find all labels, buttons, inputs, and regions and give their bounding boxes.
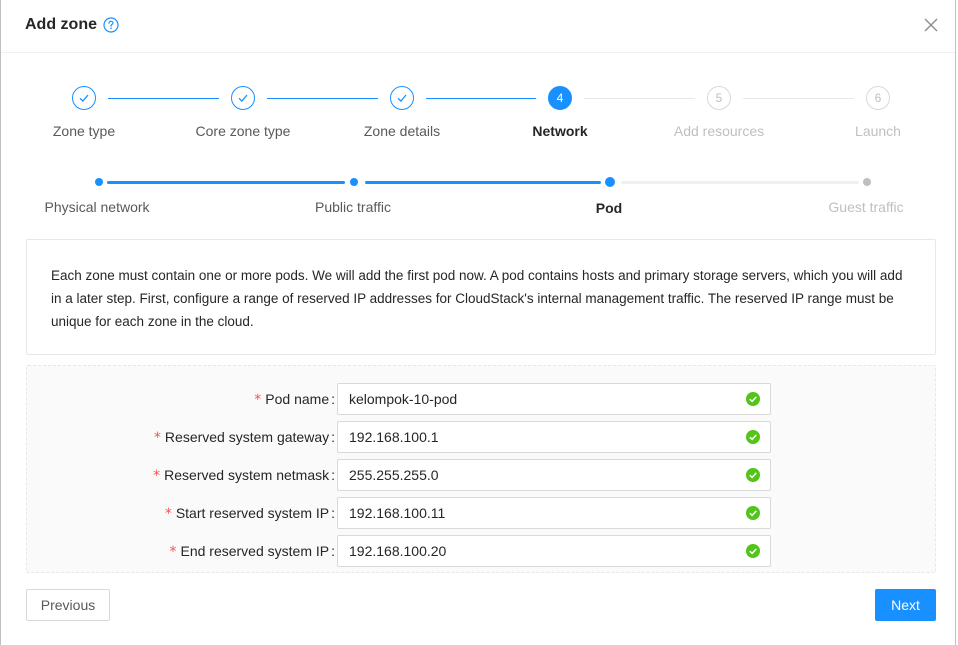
- substep-label-guest-traffic: Guest traffic: [828, 199, 904, 215]
- step-connector: [743, 98, 854, 99]
- pod-description: Each zone must contain one or more pods.…: [26, 239, 936, 355]
- pod-form: *Pod name: *Reserved system gateway: *Re…: [26, 365, 936, 573]
- step-6-number: 6: [866, 86, 890, 110]
- check-circle-icon: [746, 468, 760, 482]
- gateway-input[interactable]: [337, 421, 771, 453]
- end-ip-label: * End reserved system IP:: [169, 543, 335, 560]
- substep-dot-physical-network: [95, 178, 103, 186]
- form-row-start-ip: * Start reserved system IP:: [27, 497, 937, 529]
- start-ip-input[interactable]: [337, 497, 771, 529]
- help-icon[interactable]: [103, 17, 119, 33]
- end-ip-input[interactable]: [337, 535, 771, 567]
- check-circle-icon: [746, 430, 760, 444]
- substep-dot-guest-traffic: [863, 178, 871, 186]
- previous-button[interactable]: Previous: [26, 589, 110, 621]
- substep-connector: [107, 181, 345, 184]
- step-5-label: Add resources: [673, 123, 765, 139]
- substep-connector: [621, 181, 859, 184]
- gateway-label: * Reserved system gateway:: [153, 429, 335, 446]
- step-3-check-icon: [390, 86, 414, 110]
- substep-dot-public-traffic: [350, 178, 358, 186]
- substep-dot-pod: [605, 177, 615, 187]
- wizard-steps: 4 5 6 Zone type Core zone type Zone deta…: [1, 86, 957, 146]
- dialog-header: Add zone: [1, 0, 955, 53]
- pod-name-label: * Pod name:: [254, 391, 335, 408]
- step-4-label: Network: [532, 123, 588, 139]
- step-1-check-icon: [72, 86, 96, 110]
- step-6-label: Launch: [855, 123, 901, 139]
- form-row-gateway: * Reserved system gateway:: [27, 421, 937, 453]
- pod-description-text: Each zone must contain one or more pods.…: [51, 268, 903, 329]
- start-ip-label: * Start reserved system IP:: [164, 505, 335, 522]
- step-5-number: 5: [707, 86, 731, 110]
- check-circle-icon: [746, 506, 760, 520]
- step-4-number: 4: [548, 86, 572, 110]
- netmask-label: * Reserved system netmask:: [153, 467, 335, 484]
- dialog-title-wrapper: Add zone: [25, 16, 119, 34]
- pod-name-input[interactable]: [337, 383, 771, 415]
- substep-connector: [365, 181, 601, 184]
- close-icon[interactable]: [923, 17, 939, 33]
- form-row-netmask: * Reserved system netmask:: [27, 459, 937, 491]
- step-connector: [108, 98, 219, 99]
- form-row-pod-name: * Pod name:: [27, 383, 937, 415]
- substep-label-public-traffic: Public traffic: [315, 199, 391, 215]
- step-3-label: Zone details: [363, 123, 441, 139]
- network-substeps: Physical network Public traffic Pod Gues…: [1, 176, 957, 216]
- substep-label-physical-network: Physical network: [44, 199, 150, 215]
- step-connector: [584, 98, 695, 99]
- step-connector: [426, 98, 536, 99]
- step-2-label: Core zone type: [195, 123, 291, 139]
- dialog-title: Add zone: [25, 16, 97, 33]
- netmask-input[interactable]: [337, 459, 771, 491]
- substep-label-pod: Pod: [595, 200, 623, 216]
- next-button[interactable]: Next: [875, 589, 936, 621]
- check-circle-icon: [746, 544, 760, 558]
- step-1-label: Zone type: [52, 123, 116, 139]
- step-connector: [267, 98, 378, 99]
- add-zone-dialog: Add zone 4 5 6 Zone type Core zone type …: [0, 0, 956, 645]
- step-2-check-icon: [231, 86, 255, 110]
- check-circle-icon: [746, 392, 760, 406]
- form-row-end-ip: * End reserved system IP:: [27, 535, 937, 567]
